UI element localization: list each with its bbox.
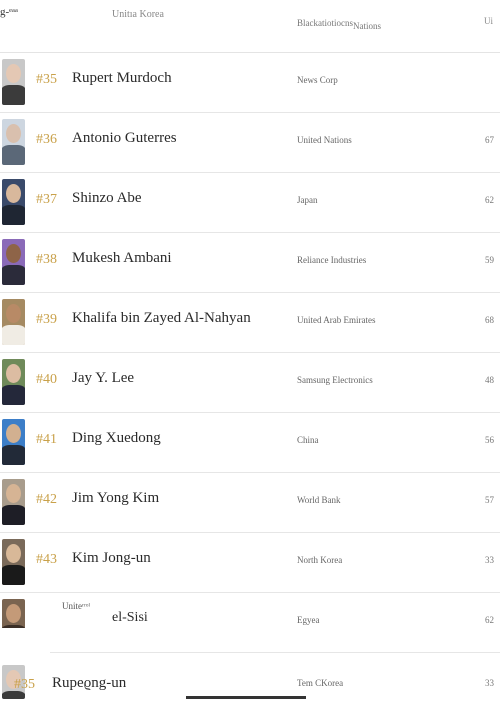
list-item[interactable]: #35 Rupeϱng-un Tem CKorea 33 bbox=[0, 653, 500, 713]
person-name[interactable]: Antonio Guterres bbox=[72, 130, 177, 147]
organization-label: World Bank bbox=[297, 495, 341, 505]
organization-label: Reliance Industries bbox=[297, 255, 367, 265]
age-value: 48 bbox=[485, 375, 494, 385]
list-item[interactable]: #37 Shinzo Abe Japan 62 bbox=[0, 173, 500, 233]
rank-label: #35 bbox=[14, 677, 35, 692]
list-item[interactable]: #43 Kim Jong-un North Korea 33 bbox=[0, 533, 500, 593]
list-item[interactable]: #38 Mukesh Ambani Reliance Industries 59 bbox=[0, 233, 500, 293]
age-value: 57 bbox=[485, 495, 494, 505]
organization-label: Tem CKorea bbox=[297, 678, 344, 688]
age-value: 68 bbox=[485, 315, 494, 325]
rank-label: #36 bbox=[36, 132, 57, 147]
avatar bbox=[2, 539, 25, 585]
age-value: 56 bbox=[485, 435, 494, 445]
list-item[interactable]: #36 Antonio Guterres United Nations 67 bbox=[0, 113, 500, 173]
list-item[interactable]: Uniteʳʳᵒˡ el-Sisi Egyea 62 bbox=[0, 593, 500, 653]
overlay-text: Uniteʳʳᵒˡ bbox=[62, 601, 90, 611]
organization-label: United Arab Emirates bbox=[297, 315, 376, 325]
list-item[interactable]: #41 Ding Xuedong China 56 bbox=[0, 413, 500, 473]
age-value: 62 bbox=[485, 615, 494, 625]
avatar bbox=[2, 59, 25, 105]
avatar bbox=[2, 359, 25, 405]
organization-label: Samsung Electronics bbox=[297, 375, 373, 385]
scroll-indicator bbox=[186, 696, 306, 699]
organization-label: Japan bbox=[297, 195, 318, 205]
person-name[interactable]: Jim Yong Kim bbox=[72, 490, 159, 507]
person-name[interactable]: Jay Y. Lee bbox=[72, 370, 134, 387]
age-value: 33 bbox=[485, 678, 494, 688]
person-name[interactable]: Kim Jong-un bbox=[72, 550, 151, 567]
header-org-label: BlackatiotiocnsNations bbox=[297, 18, 381, 31]
list-item[interactable]: #40 Jay Y. Lee Samsung Electronics 48 bbox=[0, 353, 500, 413]
person-name[interactable]: Rupert Murdoch bbox=[72, 70, 172, 87]
avatar bbox=[2, 179, 25, 225]
list-item[interactable]: #39 Khalifa bin Zayed Al-Nahyan United A… bbox=[0, 293, 500, 353]
header-left-label: g-ᵉᵃᵃ bbox=[0, 6, 18, 18]
person-name[interactable]: Mukesh Ambani bbox=[72, 250, 172, 267]
avatar bbox=[2, 479, 25, 525]
organization-label: News Corp bbox=[297, 75, 338, 85]
avatar bbox=[2, 119, 25, 165]
rank-label: #43 bbox=[36, 552, 57, 567]
list-item[interactable]: #35 Rupert Murdoch News Corp bbox=[0, 53, 500, 113]
person-name[interactable]: Shinzo Abe bbox=[72, 190, 142, 207]
rank-label: #42 bbox=[36, 492, 57, 507]
organization-label: Egyea bbox=[297, 615, 320, 625]
avatar bbox=[2, 299, 25, 345]
rank-label: #35 bbox=[36, 72, 57, 87]
age-value: 62 bbox=[485, 195, 494, 205]
rank-label: #38 bbox=[36, 252, 57, 267]
avatar bbox=[2, 419, 25, 465]
person-name[interactable]: Rupeϱng-un bbox=[52, 675, 126, 692]
person-name[interactable]: el-Sisi bbox=[112, 610, 148, 626]
rank-label: #41 bbox=[36, 432, 57, 447]
rank-label: #37 bbox=[36, 192, 57, 207]
header-country-label: Unitıa Korea bbox=[112, 9, 164, 20]
organization-label: United Nations bbox=[297, 135, 352, 145]
table-header: g-ᵉᵃᵃ Unitıa Korea BlackatiotiocnsNation… bbox=[0, 0, 500, 53]
list-item[interactable]: #42 Jim Yong Kim World Bank 57 bbox=[0, 473, 500, 533]
organization-label: North Korea bbox=[297, 555, 343, 565]
age-value: 67 bbox=[485, 135, 494, 145]
person-name[interactable]: Ding Xuedong bbox=[72, 430, 161, 447]
rank-label: #39 bbox=[36, 312, 57, 327]
age-value: 59 bbox=[485, 255, 494, 265]
header-edge-label: Ui bbox=[484, 16, 493, 26]
organization-label: China bbox=[297, 435, 319, 445]
avatar bbox=[2, 239, 25, 285]
age-value: 33 bbox=[485, 555, 494, 565]
rank-label: #40 bbox=[36, 372, 57, 387]
person-name[interactable]: Khalifa bin Zayed Al-Nahyan bbox=[72, 310, 251, 327]
